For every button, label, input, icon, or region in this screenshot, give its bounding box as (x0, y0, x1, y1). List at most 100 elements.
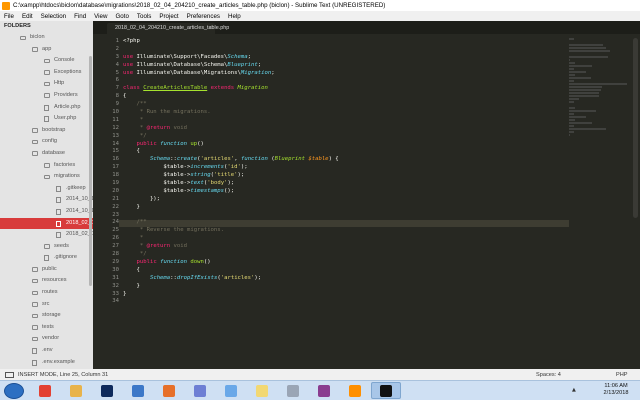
tree-item-label: resources (42, 277, 67, 284)
minimap-line (569, 68, 575, 70)
discord-icon (194, 384, 206, 397)
tab-create-articles-table[interactable]: 2018_02_04_204210_create_articles_table.… (107, 23, 229, 34)
close-icon[interactable]: × (209, 23, 212, 34)
tree-folder[interactable]: tests (0, 322, 93, 334)
minimap-line (569, 77, 591, 79)
tray-chevron-icon[interactable]: ▲ (572, 387, 576, 393)
taskbar-button[interactable] (30, 382, 60, 399)
tree-item-label: database (42, 149, 66, 156)
menu-edit[interactable]: Edit (18, 13, 37, 20)
line-number: 19 (112, 180, 119, 187)
tree-file[interactable]: 2014_10_12_1000 (0, 206, 93, 218)
clock[interactable]: 11:06 AM 2/13/2018 (596, 383, 636, 397)
menu-tools[interactable]: Tools (133, 13, 155, 20)
line-number: 11 (112, 116, 119, 123)
folder-icon (44, 163, 50, 168)
tree-folder[interactable]: Exceptions (0, 67, 93, 79)
tree-folder[interactable]: database (0, 148, 93, 160)
tree-file[interactable]: User.php (0, 113, 93, 125)
tree-folder[interactable]: Http (0, 78, 93, 90)
minimap-line (569, 89, 602, 91)
tree-folder[interactable]: src (0, 299, 93, 311)
menu-selection[interactable]: Selection (37, 13, 70, 20)
start-button[interactable] (4, 383, 24, 399)
code-token: down (190, 258, 204, 265)
tree-folder[interactable]: biclon (0, 32, 93, 44)
tree-file[interactable]: .env.example (0, 357, 93, 369)
menu-find[interactable]: Find (70, 13, 90, 20)
clock-date: 2/13/2018 (603, 390, 629, 396)
taskbar-button[interactable] (185, 382, 215, 399)
tree-item-label: Http (54, 80, 65, 87)
menu-project[interactable]: Project (155, 13, 182, 20)
minimap-line (569, 44, 604, 46)
status-syntax[interactable]: PHP (616, 372, 640, 378)
taskbar-button[interactable] (247, 382, 277, 399)
editor-scrollbar[interactable] (633, 38, 638, 218)
tree-item-label: tests (42, 323, 54, 330)
tree-folder[interactable]: vendor (0, 333, 93, 345)
monitor-icon[interactable] (5, 371, 14, 378)
code-token: * Reverse the migrations. (123, 227, 225, 234)
tree-item-label: .env.example (42, 358, 75, 365)
menu-help[interactable]: Help (224, 13, 245, 20)
tree-file[interactable]: .gitkeep (0, 183, 93, 195)
taskbar-button[interactable] (154, 382, 184, 399)
tree-folder[interactable]: bootstrap (0, 125, 93, 137)
tree-file[interactable]: 2014_10_12_0000 (0, 194, 93, 206)
menu-preferences[interactable]: Preferences (183, 13, 224, 20)
tree-folder[interactable]: Console (0, 55, 93, 67)
sidebar-scrollbar[interactable] (89, 56, 92, 286)
taskbar-button[interactable] (123, 382, 153, 399)
tree-folder[interactable]: Providers (0, 90, 93, 102)
tree-file[interactable]: .env (0, 345, 93, 357)
taskbar-button[interactable] (371, 382, 401, 399)
minimap-line (569, 83, 627, 85)
line-number: 25 (112, 227, 119, 234)
minimap-line (569, 92, 599, 94)
tree-folder[interactable]: factories (0, 160, 93, 172)
line-number: 28 (112, 251, 119, 258)
tree-folder[interactable]: seeds (0, 241, 93, 253)
tree-file[interactable]: 2018_02_09_0542 (0, 229, 93, 241)
tree-folder[interactable]: app (0, 44, 93, 56)
taskbar-button[interactable] (92, 382, 122, 399)
taskbar-button[interactable] (216, 382, 246, 399)
taskbar-button[interactable] (309, 382, 339, 399)
status-spaces[interactable]: Spaces: 4 (536, 372, 616, 378)
minimap-line (569, 128, 606, 130)
code-line: * @return void (123, 243, 339, 251)
tree-folder[interactable]: migrations (0, 171, 93, 183)
tree-folder[interactable]: public (0, 264, 93, 276)
taskbar-button[interactable] (61, 382, 91, 399)
code-editor[interactable]: 1 2 3 4 5 6 7 8 9 10 11 12 13 14 15 16 17 18 19 20 21 22 23 24 2… (93, 34, 640, 369)
taskbar-button[interactable] (278, 382, 308, 399)
line-number: 12 (112, 124, 119, 131)
line-number: 1 (115, 38, 119, 44)
code-area[interactable]: <?php use Illuminate\Support\Facades\Sche… (123, 38, 339, 306)
minimap[interactable] (569, 38, 635, 136)
code-token: * (123, 235, 144, 242)
menu-file[interactable]: File (0, 13, 18, 20)
minimap-line (569, 119, 576, 121)
code-token: */ (123, 132, 147, 139)
code-token: }); (123, 195, 161, 202)
tree-file[interactable]: 2018_02_04_2042 (0, 217, 93, 230)
menu-view[interactable]: View (90, 13, 111, 20)
photoshop-icon (101, 384, 113, 397)
minimap-line (569, 86, 603, 88)
tree-file[interactable]: Article.php (0, 102, 93, 114)
tab-bar: 2018_02_04_204210_create_articles_table.… (93, 21, 640, 34)
folder-icon (32, 278, 38, 284)
tree-folder[interactable]: config (0, 136, 93, 148)
tree-folder[interactable]: storage (0, 310, 93, 322)
menu-goto[interactable]: Goto (111, 13, 132, 20)
tree-file[interactable]: .gitignore (0, 252, 93, 264)
line-number: 8 (115, 93, 119, 100)
code-line: Schema::dropIfExists('articles'); (123, 275, 339, 283)
taskbar-button[interactable] (340, 382, 370, 399)
tree-folder[interactable]: routes (0, 287, 93, 299)
line-number: 9 (115, 101, 119, 108)
tree-folder[interactable]: resources (0, 275, 93, 287)
